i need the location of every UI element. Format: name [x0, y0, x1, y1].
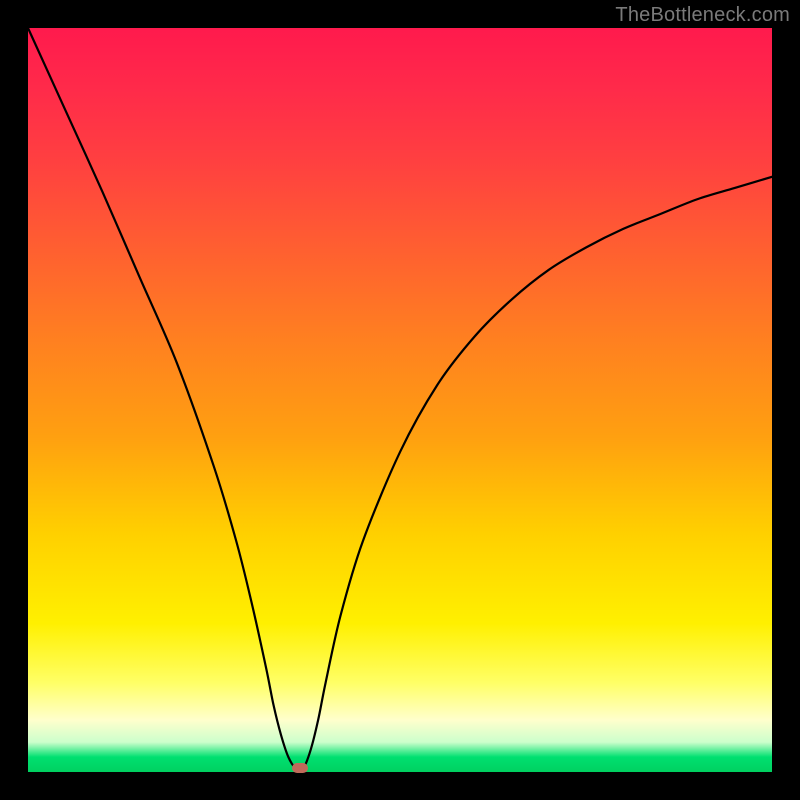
plot-area	[28, 28, 772, 772]
optimal-point-marker	[292, 763, 308, 773]
chart-frame: TheBottleneck.com	[0, 0, 800, 800]
watermark-text: TheBottleneck.com	[615, 4, 790, 27]
bottleneck-curve	[28, 28, 772, 772]
